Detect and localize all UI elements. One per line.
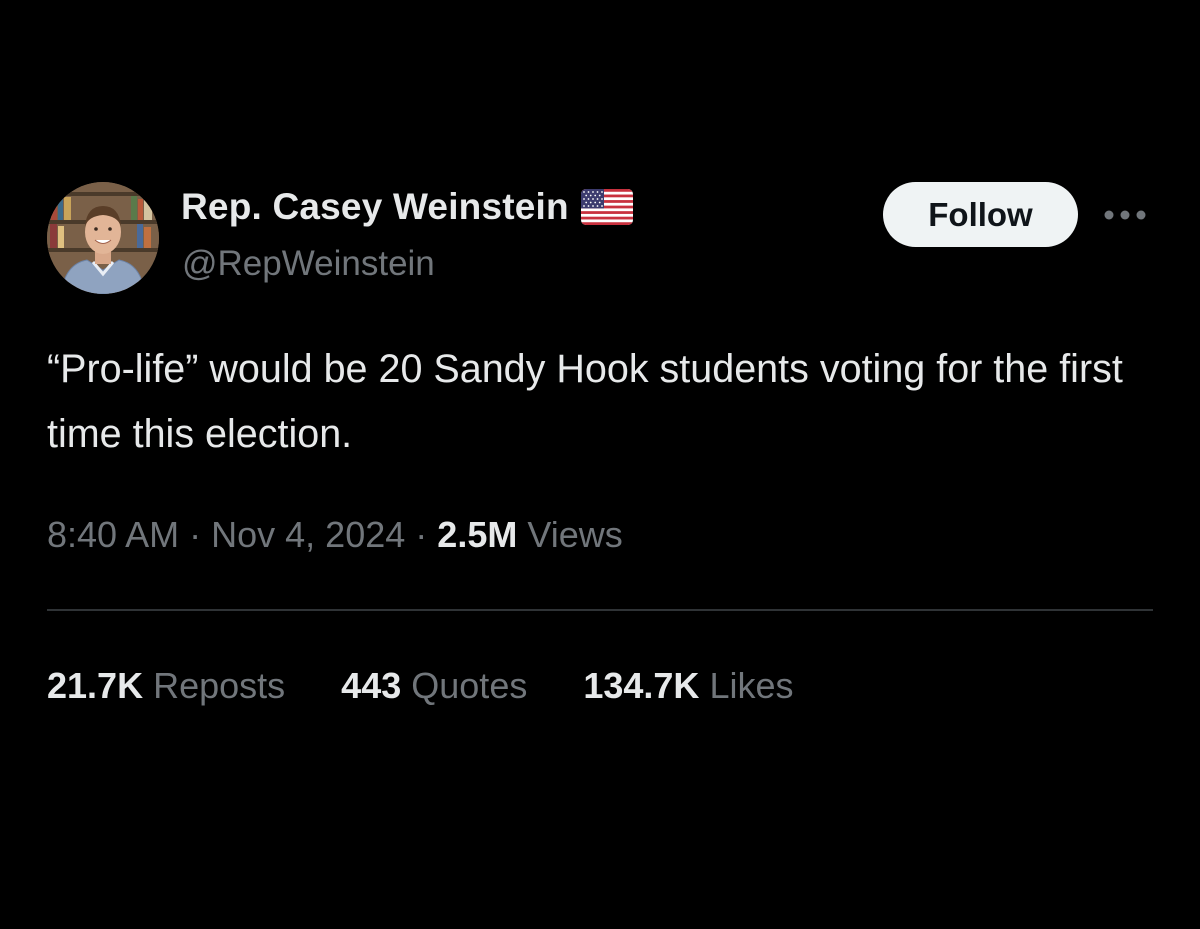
- follow-button[interactable]: Follow: [883, 182, 1078, 247]
- views-count: 2.5M: [437, 514, 518, 555]
- reposts-count: 21.7K: [47, 665, 144, 706]
- tweet-text: “Pro-life” would be 20 Sandy Hook studen…: [47, 347, 1123, 456]
- meta-separator: ·: [415, 514, 428, 555]
- quotes-label: Quotes: [411, 665, 528, 706]
- likes-count: 134.7K: [583, 665, 700, 706]
- meta-separator: ·: [189, 514, 202, 555]
- avatar[interactable]: [47, 182, 159, 294]
- us-flag-icon: [580, 189, 633, 225]
- engagement-stats: 21.7K Reposts 443 Quotes 134.7K Likes: [47, 665, 850, 707]
- reposts-stat[interactable]: 21.7K Reposts: [47, 665, 285, 707]
- tweet-meta: 8:40 AM · Nov 4, 2024 · 2.5M Views: [47, 514, 623, 556]
- likes-label: Likes: [709, 665, 794, 706]
- divider: [47, 609, 1153, 611]
- author-handle[interactable]: @RepWeinstein: [182, 244, 435, 284]
- quotes-count: 443: [341, 665, 402, 706]
- author-display-name[interactable]: Rep. Casey Weinstein: [181, 186, 569, 228]
- views-label: Views: [527, 514, 623, 555]
- author-name-row[interactable]: Rep. Casey Weinstein: [181, 186, 633, 228]
- reposts-label: Reposts: [153, 665, 286, 706]
- tweet-date[interactable]: Nov 4, 2024: [211, 514, 405, 555]
- tweet-time[interactable]: 8:40 AM: [47, 514, 179, 555]
- likes-stat[interactable]: 134.7K Likes: [583, 665, 793, 707]
- more-horizontal-icon[interactable]: [1100, 198, 1150, 232]
- quotes-stat[interactable]: 443 Quotes: [341, 665, 527, 707]
- tweet-detail: Rep. Casey Weinstein @RepWeinstein Follo…: [0, 0, 1200, 929]
